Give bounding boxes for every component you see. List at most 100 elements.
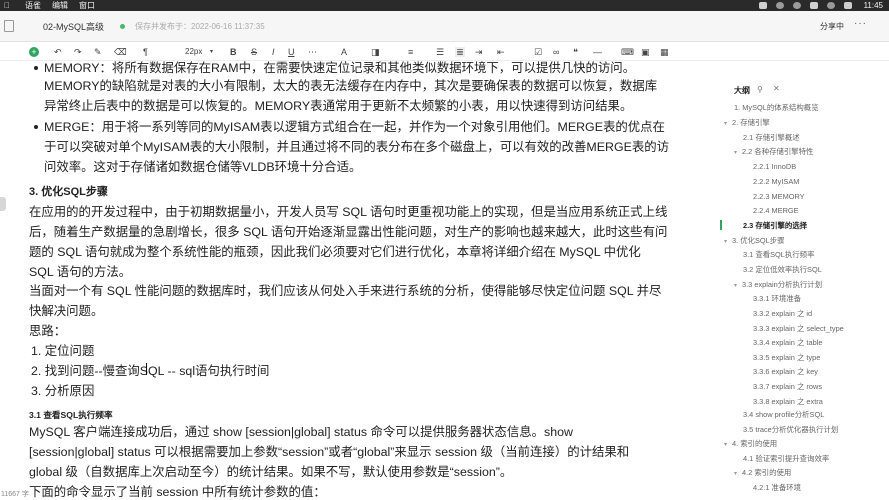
outline-item[interactable]: 3.5 trace分析优化器执行计划: [743, 425, 838, 435]
outline-item[interactable]: 3.3.5 explain 之 type: [753, 353, 820, 363]
menu-yuque[interactable]: 语雀: [25, 0, 41, 11]
outline-item[interactable]: 2.1 存储引擎概述: [743, 133, 800, 143]
outline-item[interactable]: 3.3.8 explain 之 extra: [753, 397, 823, 407]
ordered-list-icon[interactable]: ≣: [455, 47, 465, 57]
outline-item[interactable]: ▾ 2. 存储引擎: [724, 118, 770, 129]
macos-menubar:  语雀 编辑 窗口 11:45: [0, 0, 889, 11]
code-icon[interactable]: ⌨: [621, 47, 634, 57]
outline-item[interactable]: ▾ 3.3 explain分析执行计划: [734, 280, 822, 291]
indent-icon[interactable]: ⇥: [475, 47, 483, 57]
menu-edit[interactable]: 编辑: [52, 0, 68, 11]
heading-icon[interactable]: ¶: [143, 47, 148, 57]
undo-icon[interactable]: ↶: [54, 47, 62, 57]
outline-title: 大纲: [734, 86, 750, 95]
paragraph-line: 异常终止后表中的数据是可以恢复的。MEMORY表通常用于更新不太频繁的小表，用以…: [44, 99, 633, 113]
outline-item[interactable]: 3.3.3 explain 之 select_type: [753, 324, 844, 334]
outline-item[interactable]: ▾ 2.2 各种存储引擎特性: [734, 147, 813, 158]
outline-item[interactable]: ▾ 3. 优化SQL步骤: [724, 236, 785, 247]
bold-icon[interactable]: B: [230, 47, 237, 57]
font-size-select[interactable]: 22px: [185, 47, 202, 57]
outline-item[interactable]: 1. MySQL的体系结构概览: [734, 103, 819, 113]
outline-panel: 大纲 ⚲ ✕ 1. MySQL的体系结构概览 ▾ 2. 存储引擎 2.1 存储引擎…: [720, 61, 889, 500]
outline-item[interactable]: ▾ 4.2 索引的使用: [734, 468, 791, 479]
outline-item[interactable]: 4.1 验证索引提升查询效率: [743, 454, 829, 464]
chevron-down-icon[interactable]: ▾: [734, 148, 742, 158]
outline-item[interactable]: 3.3.1 环境准备: [753, 294, 801, 304]
plus-icon[interactable]: +: [29, 47, 39, 57]
clear-format-icon[interactable]: ⌫: [114, 47, 127, 57]
unordered-list-icon[interactable]: ☰: [436, 47, 444, 57]
outline-item[interactable]: 3.1 查看SQL执行频率: [743, 250, 814, 260]
menu-window[interactable]: 窗口: [79, 0, 95, 11]
text-color-icon[interactable]: A: [341, 47, 347, 57]
list-bullet: [34, 125, 38, 129]
paragraph-line: MERGE：用于将一系列等同的MyISAM表以逻辑方式组合在一起，并作为一个对象…: [44, 120, 665, 134]
paragraph-line: 思路：: [29, 324, 67, 338]
outline-item[interactable]: 3.3.2 explain 之 id: [753, 309, 812, 319]
outline-item[interactable]: ▾ 4. 索引的使用: [724, 439, 777, 450]
outline-item[interactable]: 2.2.4 MERGE: [753, 206, 799, 216]
outline-item[interactable]: 3.3.4 explain 之 table: [753, 338, 822, 348]
share-button[interactable]: 分享中: [820, 21, 844, 32]
outline-item[interactable]: 3.4 show profile分析SQL: [743, 410, 824, 420]
section-heading: 3. 优化SQL步骤: [29, 186, 108, 198]
paragraph-line: [session|global] status 可以根据需要加上参数“sessi…: [29, 445, 630, 459]
control-center-icon[interactable]: [843, 2, 852, 9]
outline-item[interactable]: 3.2 定位低效率执行SQL: [743, 265, 822, 275]
apple-icon[interactable]: : [4, 0, 14, 11]
menubar-clock[interactable]: 11:45: [864, 0, 883, 11]
document-title[interactable]: 02-MySQL高级: [43, 20, 104, 33]
app-status-icon[interactable]: [792, 2, 801, 9]
pin-icon[interactable]: ⚲: [757, 85, 763, 94]
outline-item[interactable]: 3.3.6 explain 之 key: [753, 367, 818, 377]
sidebar-toggle-handle[interactable]: [0, 197, 6, 211]
editor-content[interactable]: MEMORY：将所有数据保存在RAM中，在需要快速定位记录和其他类似数据环境下，…: [0, 61, 720, 500]
more-menu-button[interactable]: ···: [854, 18, 867, 29]
format-painter-icon[interactable]: ✎: [94, 47, 102, 57]
paragraph-line: MEMORY的缺陷就是对表的大小有限制，太大的表无法缓存在内存中，其次是要确保表…: [44, 79, 658, 93]
paragraph-line: global 级（自数据库上次启动至今）的统计结果。如果不写，默认使用参数是“s…: [29, 465, 513, 479]
close-icon[interactable]: ✕: [773, 84, 780, 93]
chevron-down-icon[interactable]: ▾: [724, 440, 732, 450]
text-cursor: [146, 363, 147, 375]
chevron-down-icon[interactable]: ▾: [724, 119, 732, 129]
more-format-icon[interactable]: ⋯: [308, 47, 317, 57]
chevron-down-icon[interactable]: ▾: [734, 281, 742, 291]
link-icon[interactable]: ∞: [553, 47, 559, 57]
underline-icon[interactable]: U: [288, 47, 295, 57]
outline-item[interactable]: 4.2.1 准备环境: [753, 483, 801, 493]
outline-item[interactable]: 3.3.7 explain 之 rows: [753, 382, 822, 392]
highlight-icon[interactable]: ◨: [371, 47, 380, 57]
editor-toolbar: + ↶ ↷ ✎ ⌫ ¶ 22px ▾ B S I U ⋯ A ◨ ≡ ☰ ≣ ⇥…: [0, 43, 889, 61]
input-method-icon[interactable]: [758, 2, 767, 9]
align-icon[interactable]: ≡: [408, 47, 413, 57]
list-bullet: [34, 66, 38, 70]
strikethrough-icon[interactable]: S: [251, 47, 257, 57]
record-icon[interactable]: [775, 2, 784, 9]
italic-icon[interactable]: I: [272, 47, 275, 57]
checkbox-icon[interactable]: ☑: [534, 47, 542, 57]
divider-icon[interactable]: —: [593, 47, 602, 57]
wifi-icon[interactable]: [826, 2, 835, 9]
outline-item[interactable]: 2.2.3 MEMORY: [753, 192, 805, 202]
chevron-down-icon[interactable]: ▾: [210, 47, 213, 57]
battery-icon[interactable]: [809, 2, 818, 9]
chevron-down-icon[interactable]: ▾: [734, 469, 742, 479]
paragraph-line: SQL 语句的方法。: [29, 265, 132, 279]
outdent-icon[interactable]: ⇤: [497, 47, 505, 57]
table-icon[interactable]: ▦: [660, 47, 669, 57]
saved-status-dot: [120, 24, 125, 29]
chevron-down-icon[interactable]: ▾: [724, 237, 732, 247]
paragraph-line: 当面对一个有 SQL 性能问题的数据库时，我们应该从何处入手来进行系统的分析，使…: [29, 284, 662, 298]
paragraph-line: 问效率。这对于存储诸如数据仓储等VLDB环境十分合适。: [44, 160, 362, 174]
subsection-heading: 3.1 查看SQL执行频率: [29, 410, 113, 420]
outline-item-active[interactable]: 2.3 存储引擎的选择: [743, 221, 807, 231]
outline-item[interactable]: 2.2.1 InnoDB: [753, 162, 796, 172]
quote-icon[interactable]: ❝: [573, 47, 578, 57]
paragraph-line: MySQL 客户端连接成功后，通过 show [session|global] …: [29, 425, 573, 439]
paragraph-line: 快解决问题。: [29, 304, 104, 318]
image-icon[interactable]: ▣: [641, 47, 650, 57]
outline-item[interactable]: 2.2.2 MyISAM: [753, 177, 799, 187]
redo-icon[interactable]: ↷: [74, 47, 82, 57]
ordered-list-item: 1. 定位问题: [31, 344, 95, 358]
